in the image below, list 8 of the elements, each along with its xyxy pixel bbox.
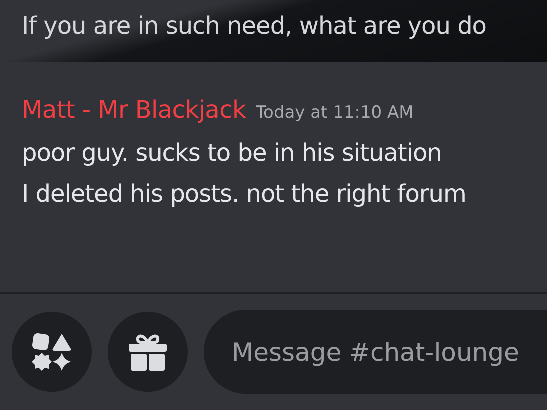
timestamp: Today at 11:10 AM [256, 102, 414, 125]
message-text: I deleted his posts. not the right forum [22, 179, 468, 210]
gift-icon [128, 332, 168, 372]
shapes-icon [32, 332, 72, 372]
message-text: If you are in such need, what are you do [22, 12, 486, 40]
username[interactable]: Matt - Mr Blackjack [22, 92, 246, 128]
message-input[interactable]: Message #chat-lounge [204, 310, 547, 394]
message-text: poor guy. sucks to be in his situation [22, 138, 443, 169]
